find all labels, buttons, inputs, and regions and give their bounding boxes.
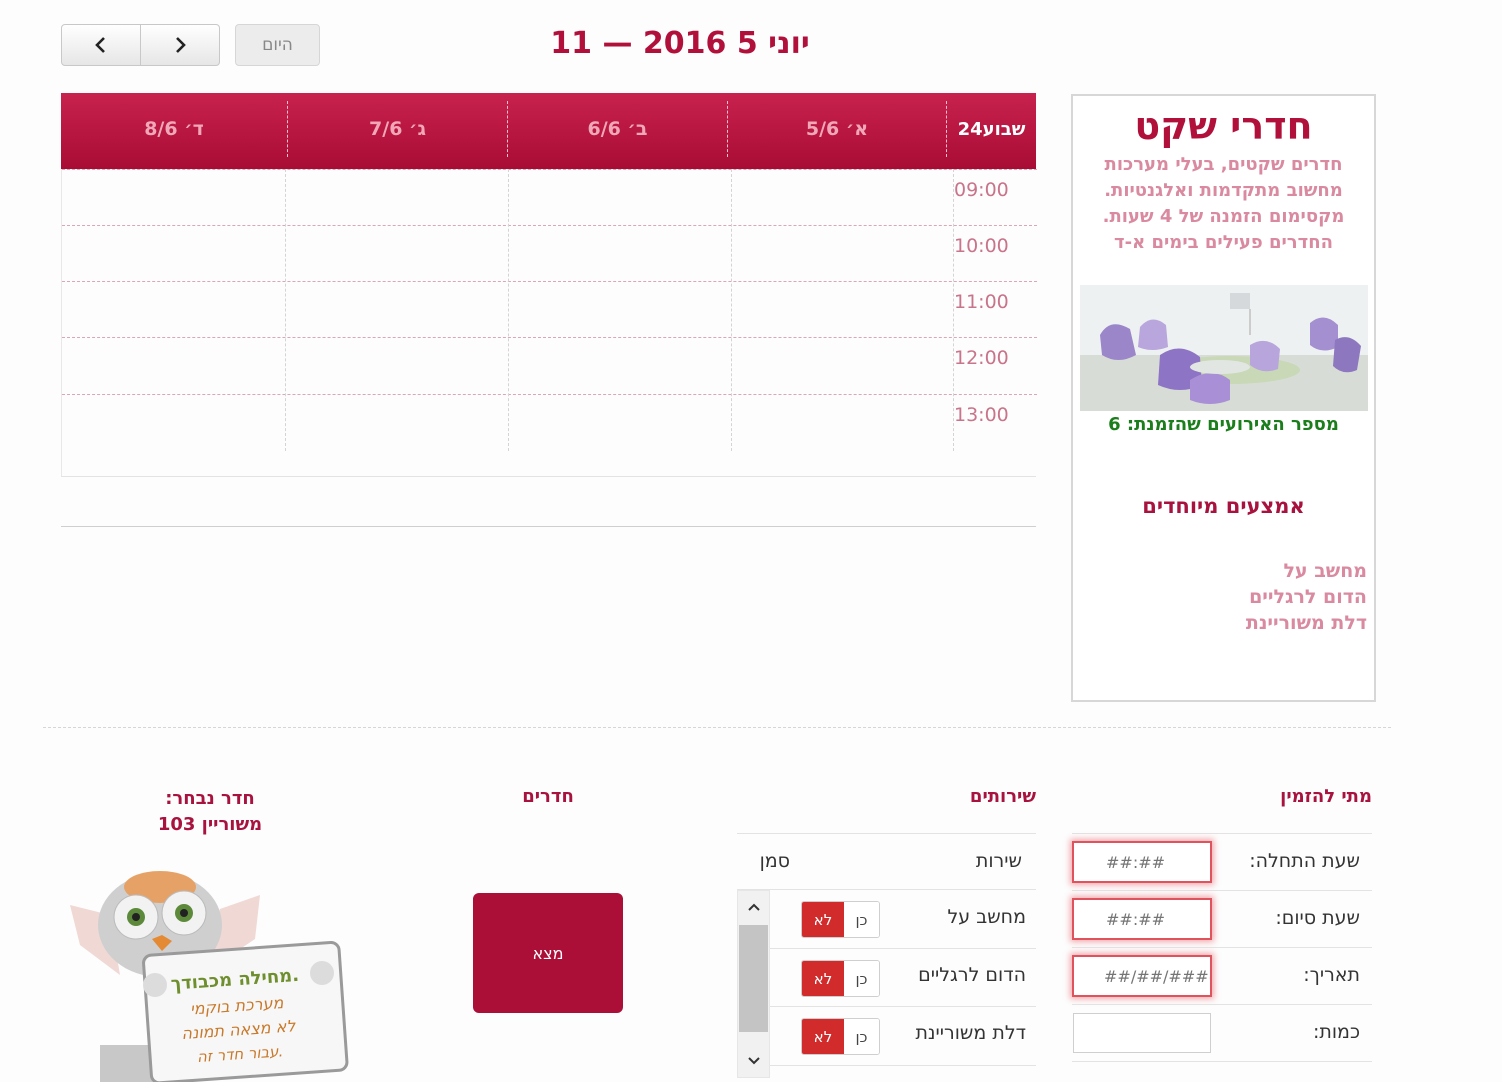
room-type-title: חדרי שקט bbox=[1134, 104, 1313, 148]
scrollbar-thumb[interactable] bbox=[739, 925, 768, 1032]
services-scrollbar[interactable] bbox=[737, 890, 770, 1078]
day-header[interactable]: ג׳ 7/6 bbox=[287, 101, 507, 157]
special-equipment-title: אמצעים מיוחדים bbox=[1142, 494, 1305, 518]
slot-line bbox=[62, 394, 1037, 395]
slot-line bbox=[62, 337, 1037, 338]
toggle-yes[interactable]: כן bbox=[843, 961, 879, 996]
calendar-bottom-rule bbox=[61, 526, 1036, 527]
row-divider bbox=[770, 948, 1036, 949]
day-header[interactable]: ב׳ 6/6 bbox=[507, 101, 727, 157]
time-label: 09:00 bbox=[954, 179, 1009, 201]
calendar-title: יוני 5 2016 — 11 bbox=[550, 26, 810, 61]
room-photo bbox=[1080, 285, 1368, 411]
day-column[interactable] bbox=[731, 169, 732, 451]
list-item: הדום לרגליים bbox=[1249, 586, 1367, 608]
toggle-no[interactable]: לא bbox=[802, 961, 844, 996]
chosen-room-title: חדר נבחר: bbox=[165, 788, 255, 809]
owl-mascot-image: מחילה מכבודך. מערכת בוקמי לא מצאה תמונה … bbox=[60, 865, 360, 1082]
row-divider bbox=[1072, 890, 1372, 891]
room-info-panel: חדרי שקט חדרים שקטים, בעלי מערכות מחשוב … bbox=[1071, 94, 1376, 702]
week-number: שבוע24 bbox=[946, 101, 1036, 157]
time-label: 10:00 bbox=[954, 235, 1009, 257]
end-time-label: שעת סיום: bbox=[1275, 907, 1360, 929]
chevron-down-icon[interactable] bbox=[738, 1045, 769, 1077]
chevron-left-icon bbox=[95, 37, 105, 53]
row-divider bbox=[1072, 1004, 1372, 1005]
chevron-up-icon[interactable] bbox=[738, 891, 769, 923]
start-time-input[interactable] bbox=[1072, 841, 1212, 883]
time-label: 12:00 bbox=[954, 347, 1009, 369]
row-divider bbox=[1072, 947, 1372, 948]
row-divider bbox=[737, 833, 1036, 834]
calendar-nav bbox=[61, 24, 220, 66]
mark-column-header: סמן bbox=[759, 850, 790, 872]
special-equipment-list: מחשב על הדום לרגליים דלת משוריינת bbox=[1246, 558, 1367, 636]
events-count: מספר האירועים שהזמנת: 6 bbox=[1108, 414, 1339, 435]
slot-line bbox=[62, 225, 1037, 226]
toggle-yes[interactable]: כן bbox=[843, 902, 879, 937]
quantity-label: כמות: bbox=[1312, 1021, 1360, 1043]
toggle-yes[interactable]: כן bbox=[843, 1019, 879, 1054]
day-header[interactable]: א׳ 5/6 bbox=[727, 101, 946, 157]
service-column-header: שירות bbox=[975, 850, 1022, 872]
chevron-right-icon bbox=[176, 37, 186, 53]
slot-line bbox=[62, 169, 1037, 170]
day-column[interactable] bbox=[508, 169, 509, 451]
toggle-no[interactable]: לא bbox=[802, 1019, 844, 1054]
service-toggle[interactable]: לא כן bbox=[801, 1018, 880, 1055]
date-input[interactable] bbox=[1072, 955, 1212, 997]
section-divider bbox=[43, 727, 1391, 728]
rooms-section-title: חדרים bbox=[522, 786, 574, 807]
find-button[interactable]: מצא bbox=[473, 893, 623, 1013]
list-item: מחשב על bbox=[1283, 560, 1367, 582]
chosen-room-name: משוריין 103 bbox=[157, 814, 263, 835]
today-button[interactable]: היום bbox=[235, 24, 320, 66]
row-divider bbox=[737, 889, 1036, 890]
start-time-label: שעת התחלה: bbox=[1249, 850, 1360, 872]
room-description: חדרים שקטים, בעלי מערכות מחשוב מתקדמות ו… bbox=[1102, 154, 1345, 253]
row-divider bbox=[1072, 833, 1372, 834]
row-divider bbox=[770, 1065, 1036, 1066]
toggle-no[interactable]: לא bbox=[802, 902, 844, 937]
service-name: מחשב על bbox=[947, 906, 1027, 928]
calendar-header: ד׳ 8/6 ג׳ 7/6 ב׳ 6/6 א׳ 5/6 שבוע24 bbox=[61, 93, 1036, 169]
date-label: תאריך: bbox=[1303, 964, 1360, 986]
service-toggle[interactable]: לא כן bbox=[801, 960, 880, 997]
chosen-room: חדר נבחר: משוריין 103 bbox=[110, 786, 310, 838]
calendar-grid[interactable]: 09:00 10:00 11:00 12:00 13:00 bbox=[61, 169, 1037, 477]
row-divider bbox=[1072, 1061, 1372, 1062]
services-section-title: שירותים bbox=[969, 786, 1036, 807]
quantity-input[interactable] bbox=[1073, 1013, 1211, 1053]
prev-week-button[interactable] bbox=[61, 24, 141, 66]
slot-line bbox=[62, 281, 1037, 282]
service-name: הדום לרגליים bbox=[918, 964, 1026, 986]
next-week-button[interactable] bbox=[140, 24, 220, 66]
service-name: דלת משוריינת bbox=[915, 1022, 1026, 1044]
day-header[interactable]: ד׳ 8/6 bbox=[61, 101, 287, 157]
day-column[interactable] bbox=[285, 169, 286, 451]
time-label: 13:00 bbox=[954, 404, 1009, 426]
list-item: דלת משוריינת bbox=[1245, 612, 1367, 634]
service-toggle[interactable]: לא כן bbox=[801, 901, 880, 938]
time-label: 11:00 bbox=[954, 291, 1009, 313]
row-divider bbox=[770, 1006, 1036, 1007]
when-section-title: מתי להזמין bbox=[1280, 786, 1372, 807]
week-calendar: ד׳ 8/6 ג׳ 7/6 ב׳ 6/6 א׳ 5/6 שבוע24 09:00… bbox=[61, 93, 1037, 528]
end-time-input[interactable] bbox=[1072, 898, 1212, 940]
